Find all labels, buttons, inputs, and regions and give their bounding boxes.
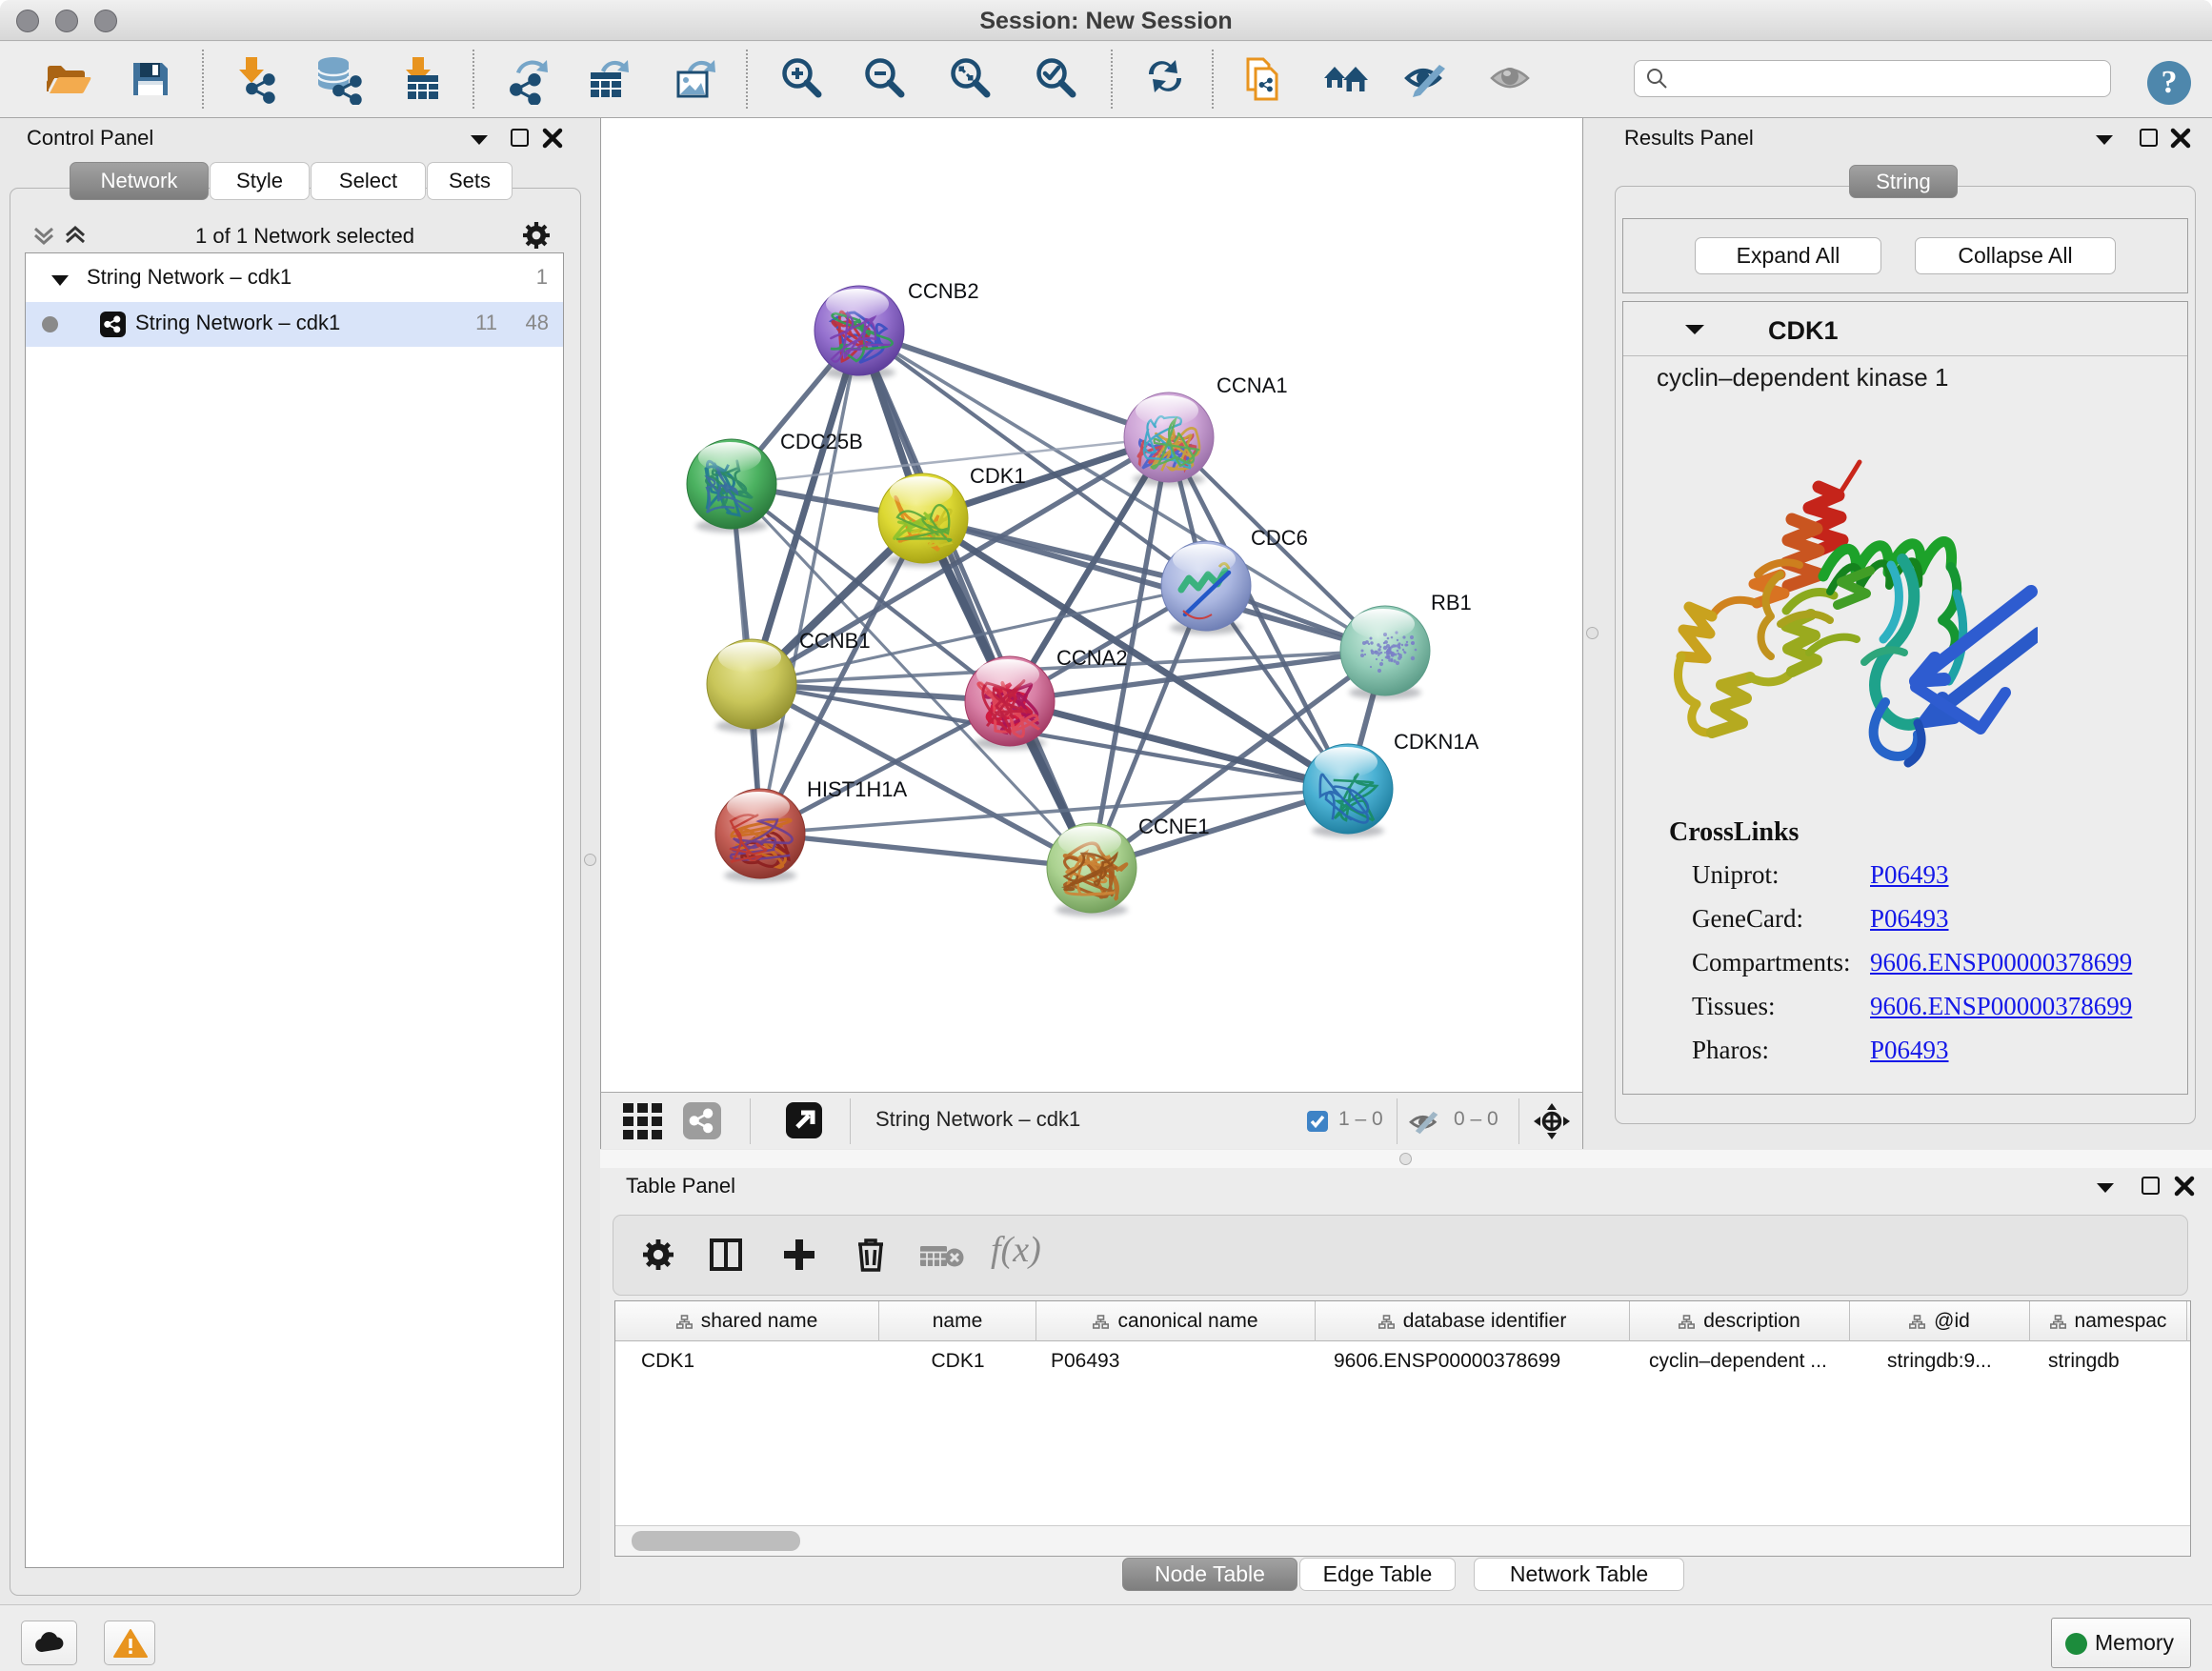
svg-text:CCNB2: CCNB2 bbox=[908, 279, 979, 303]
svg-text:CDKN1A: CDKN1A bbox=[1394, 730, 1479, 754]
svg-text:HIST1H1A: HIST1H1A bbox=[807, 777, 907, 801]
svg-text:CCNA1: CCNA1 bbox=[1217, 373, 1288, 397]
svg-text:CDC25B: CDC25B bbox=[780, 430, 863, 453]
svg-text:CCNE1: CCNE1 bbox=[1138, 815, 1210, 838]
svg-text:CDC6: CDC6 bbox=[1251, 526, 1308, 550]
svg-text:RB1: RB1 bbox=[1431, 591, 1472, 614]
svg-text:CCNB1: CCNB1 bbox=[799, 629, 871, 653]
svg-text:CDK1: CDK1 bbox=[970, 464, 1026, 488]
svg-text:CCNA2: CCNA2 bbox=[1056, 646, 1128, 670]
